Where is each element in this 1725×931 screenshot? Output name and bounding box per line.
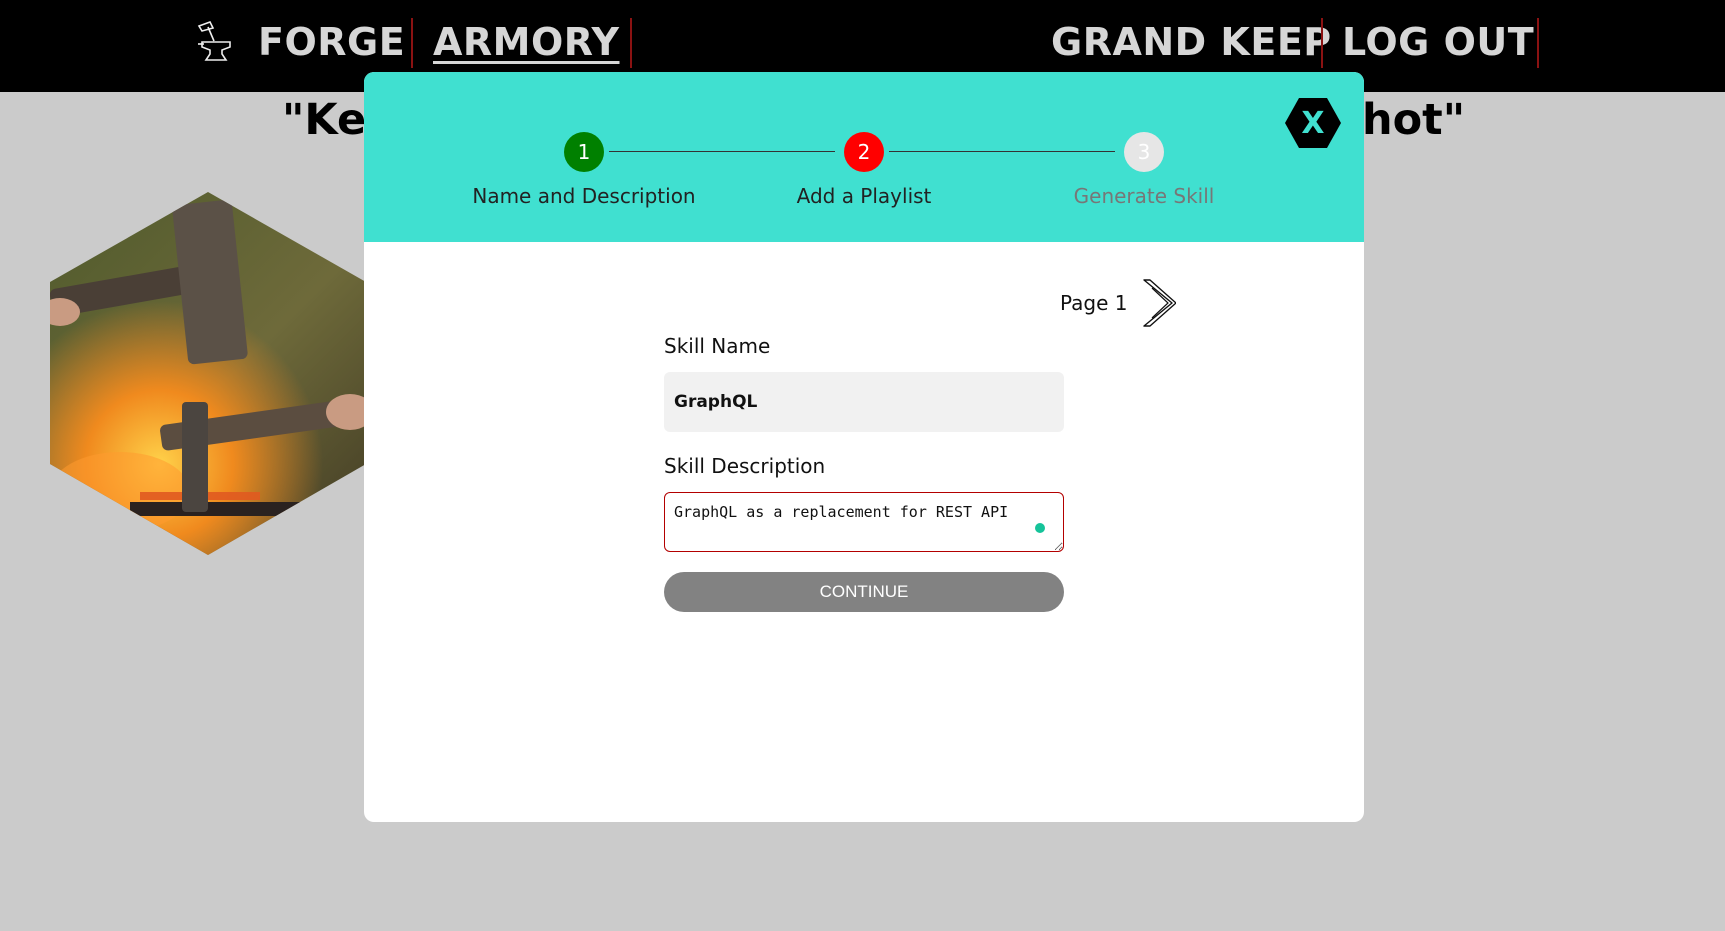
forge-hammer-image [50,192,414,555]
nav-divider [411,18,413,68]
step-2-label: Add a Playlist [796,184,932,208]
nav-divider [1321,18,1323,68]
grammar-check-icon[interactable] [1035,523,1045,533]
nav-divider [1537,18,1539,68]
nav-link-grand-keep[interactable]: GRAND KEEP [1051,16,1332,68]
page-indicator: Page 1 [1060,278,1177,328]
step-3-label: Generate Skill [1073,184,1215,208]
step-1-indicator[interactable]: 1 [564,132,604,172]
skill-description-label: Skill Description [664,454,826,478]
step-2-indicator[interactable]: 2 [844,132,884,172]
close-hexagon-icon[interactable]: X [1285,95,1341,151]
chevron-right-icon[interactable] [1140,278,1177,328]
step-connector [889,151,1115,152]
step-connector [609,151,835,152]
create-skill-modal: 1 2 3 Name and Description Add a Playlis… [364,72,1364,822]
skill-name-input[interactable] [664,372,1064,432]
nav-link-forge[interactable]: FORGE [258,16,405,68]
nav-divider [630,18,632,68]
anvil-hammer-icon[interactable] [196,20,234,64]
skill-name-label: Skill Name [664,334,771,358]
step-3-indicator[interactable]: 3 [1124,132,1164,172]
step-1-label: Name and Description [472,184,696,208]
nav-link-armory[interactable]: ARMORY [433,16,620,68]
stepper-header: 1 2 3 Name and Description Add a Playlis… [364,72,1364,242]
close-label: X [1301,106,1324,141]
skill-description-textarea[interactable]: GraphQL as a replacement for REST API [664,492,1064,552]
nav-link-log-out[interactable]: LOG OUT [1342,16,1534,68]
quote-text-right: hot" [1362,95,1466,145]
page-label: Page 1 [1060,291,1128,315]
continue-button[interactable]: CONTINUE [664,572,1064,612]
